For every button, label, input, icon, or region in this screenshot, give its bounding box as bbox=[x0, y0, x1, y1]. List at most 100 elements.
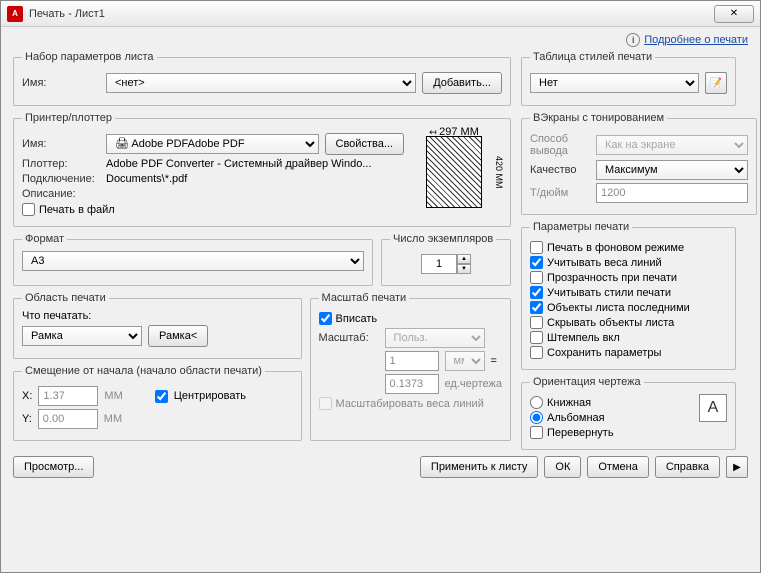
shade-label: Способ вывода bbox=[530, 133, 590, 157]
style-table-select[interactable]: Нет bbox=[530, 73, 699, 93]
orientation-legend: Ориентация чертежа bbox=[530, 376, 644, 388]
fit-label: Вписать bbox=[336, 313, 378, 325]
save-check[interactable] bbox=[530, 346, 543, 359]
preview-button[interactable]: Просмотр... bbox=[13, 456, 94, 478]
y-input bbox=[38, 409, 98, 429]
transparent-label: Прозрачность при печати bbox=[547, 272, 677, 284]
copies-up[interactable]: ▲ bbox=[457, 254, 471, 264]
expand-button[interactable]: ▶ bbox=[726, 456, 748, 478]
connect-label: Подключение: bbox=[22, 173, 100, 185]
info-icon: i bbox=[626, 33, 640, 47]
copies-input[interactable] bbox=[421, 254, 457, 274]
paper-preview: ↤ 297 MM ↦ 420 MM bbox=[412, 130, 502, 215]
cancel-button[interactable]: Отмена bbox=[587, 456, 648, 478]
hide-check[interactable] bbox=[530, 316, 543, 329]
page-setup-name-select[interactable]: <нет> bbox=[106, 73, 416, 93]
stamp-label: Штемпель вкл bbox=[547, 332, 620, 344]
plot-area-group: Область печати Что печатать: Рамка Рамка… bbox=[13, 292, 302, 359]
printer-name-label: Имя: bbox=[22, 138, 100, 150]
connect-value: Documents\*.pdf bbox=[106, 173, 187, 185]
y-label: Y: bbox=[22, 413, 32, 425]
dpi-input bbox=[596, 183, 748, 203]
dpi-label: Т/дюйм bbox=[530, 187, 590, 199]
name-label: Имя: bbox=[22, 77, 100, 89]
bg-label: Печать в фоновом режиме bbox=[547, 242, 684, 254]
hide-label: Скрывать объекты листа bbox=[547, 317, 674, 329]
offset-legend: Смещение от начала (начало области печат… bbox=[22, 365, 265, 377]
x-input bbox=[38, 386, 98, 406]
scale-select: Польз. bbox=[385, 328, 485, 348]
bg-check[interactable] bbox=[530, 241, 543, 254]
print-to-file-label: Печать в файл bbox=[39, 204, 115, 216]
quality-select[interactable]: Максимум bbox=[596, 160, 748, 180]
plotter-label: Плоттер: bbox=[22, 158, 100, 170]
upside-label: Перевернуть bbox=[547, 427, 614, 439]
window-title: Печать - Лист1 bbox=[29, 8, 714, 20]
scale-unit-select: мм bbox=[445, 351, 485, 371]
copies-group: Число экземпляров ▲▼ bbox=[381, 233, 511, 286]
plot-area-select[interactable]: Рамка bbox=[22, 326, 142, 346]
portrait-label: Книжная bbox=[547, 397, 591, 409]
x-label: X: bbox=[22, 390, 32, 402]
help-link[interactable]: Подробнее о печати bbox=[644, 34, 748, 46]
format-legend: Формат bbox=[22, 233, 67, 245]
style-table-group: Таблица стилей печати Нет 📝 bbox=[521, 51, 736, 106]
apply-button[interactable]: Применить к листу bbox=[420, 456, 539, 478]
style-table-edit-button[interactable]: 📝 bbox=[705, 72, 727, 94]
last-label: Объекты листа последними bbox=[547, 302, 690, 314]
plot-area-legend: Область печати bbox=[22, 292, 109, 304]
upside-check[interactable] bbox=[530, 426, 543, 439]
copies-down[interactable]: ▼ bbox=[457, 264, 471, 274]
scale-den-input bbox=[385, 374, 439, 394]
plot-area-what-label: Что печатать: bbox=[22, 310, 293, 322]
scale-num-input bbox=[385, 351, 439, 371]
scale-den-unit: ед.чертежа bbox=[445, 378, 502, 390]
print-to-file-check[interactable] bbox=[22, 203, 35, 216]
styles-check[interactable] bbox=[530, 286, 543, 299]
center-label: Центрировать bbox=[174, 390, 246, 402]
weights-label: Учитывать веса линий bbox=[547, 257, 662, 269]
plotter-value: Adobe PDF Converter - Системный драйвер … bbox=[106, 158, 372, 170]
save-label: Сохранить параметры bbox=[547, 347, 661, 359]
window-button[interactable]: Рамка< bbox=[148, 325, 208, 347]
orientation-icon: A bbox=[699, 394, 727, 422]
scale-weights-label: Масштабировать веса линий bbox=[336, 398, 484, 410]
format-select[interactable]: A3 bbox=[22, 251, 364, 271]
printer-name-select[interactable]: 🖨 Adobe PDFAdobe PDF bbox=[106, 134, 319, 154]
plot-options-group: Параметры печати Печать в фоновом режиме… bbox=[521, 221, 736, 370]
landscape-label: Альбомная bbox=[547, 412, 605, 424]
y-unit: ММ bbox=[104, 413, 122, 425]
paper-height: 420 MM bbox=[494, 136, 504, 208]
add-button[interactable]: Добавить... bbox=[422, 72, 502, 94]
style-table-legend: Таблица стилей печати bbox=[530, 51, 655, 63]
quality-label: Качество bbox=[530, 164, 590, 176]
weights-check[interactable] bbox=[530, 256, 543, 269]
page-setup-legend: Набор параметров листа bbox=[22, 51, 157, 63]
scale-weights-check bbox=[319, 397, 332, 410]
center-check[interactable] bbox=[155, 390, 168, 403]
fit-check[interactable] bbox=[319, 312, 332, 325]
help-button[interactable]: Справка bbox=[655, 456, 720, 478]
last-check[interactable] bbox=[530, 301, 543, 314]
printer-legend: Принтер/плоттер bbox=[22, 112, 115, 124]
shade-select: Как на экране bbox=[596, 135, 748, 155]
close-button[interactable]: ✕ bbox=[714, 5, 754, 23]
plot-options-legend: Параметры печати bbox=[530, 221, 632, 233]
format-group: Формат A3 bbox=[13, 233, 373, 286]
styles-label: Учитывать стили печати bbox=[547, 287, 671, 299]
offset-group: Смещение от начала (начало области печат… bbox=[13, 365, 302, 441]
stamp-check[interactable] bbox=[530, 331, 543, 344]
copies-legend: Число экземпляров bbox=[390, 233, 496, 245]
x-unit: ММ bbox=[104, 390, 122, 402]
printer-group: Принтер/плоттер Имя: 🖨 Adobe PDFAdobe PD… bbox=[13, 112, 511, 227]
shaded-viewport-legend: ВЭкраны с тонированием bbox=[530, 112, 667, 124]
ok-button[interactable]: ОК bbox=[544, 456, 581, 478]
properties-button[interactable]: Свойства... bbox=[325, 133, 404, 155]
desc-label: Описание: bbox=[22, 188, 100, 200]
portrait-radio[interactable] bbox=[530, 396, 543, 409]
transparent-check[interactable] bbox=[530, 271, 543, 284]
eq: = bbox=[491, 355, 497, 367]
page-setup-group: Набор параметров листа Имя: <нет> Добави… bbox=[13, 51, 511, 106]
orientation-group: Ориентация чертежа Книжная Альбомная Пер… bbox=[521, 376, 736, 450]
landscape-radio[interactable] bbox=[530, 411, 543, 424]
